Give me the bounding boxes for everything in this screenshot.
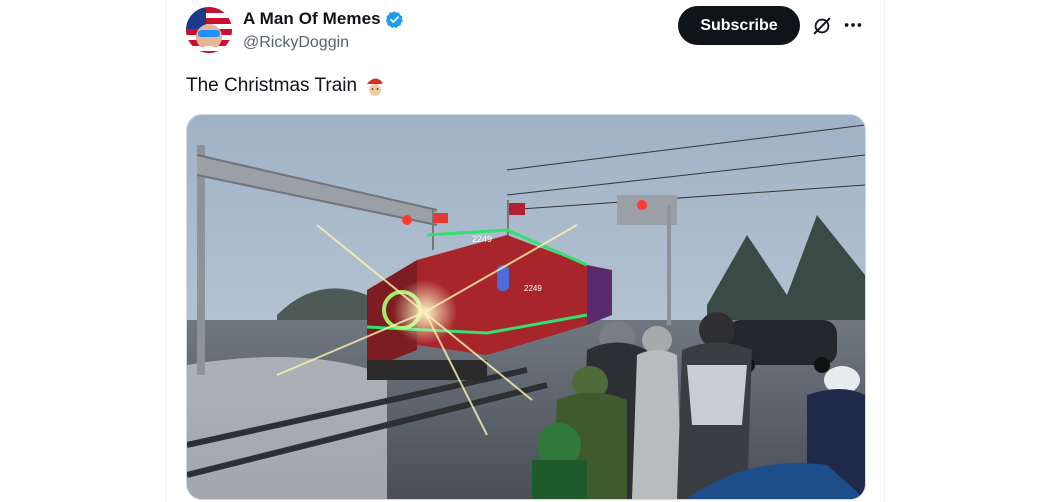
santa-icon <box>363 74 387 98</box>
grok-icon[interactable] <box>811 15 833 37</box>
video-thumbnail: 2249 2249 <box>187 115 865 499</box>
post-text: The Christmas Train <box>186 74 387 98</box>
locomotive-number-side: 2249 <box>524 284 542 293</box>
post-media-video[interactable]: 2249 2249 <box>186 114 866 500</box>
author-handle[interactable]: @RickyDoggin <box>243 34 349 52</box>
verified-badge-icon <box>385 10 404 29</box>
avatar[interactable] <box>186 7 232 53</box>
post-card: A Man Of Memes @RickyDoggin Subscribe Th… <box>165 0 885 502</box>
locomotive-number-front: 2249 <box>472 234 492 244</box>
post-text-content: The Christmas Train <box>186 75 358 96</box>
author-name-row[interactable]: A Man Of Memes <box>243 9 404 29</box>
display-name[interactable]: A Man Of Memes <box>243 9 381 29</box>
subscribe-button[interactable]: Subscribe <box>678 6 800 45</box>
more-icon[interactable] <box>842 14 864 36</box>
